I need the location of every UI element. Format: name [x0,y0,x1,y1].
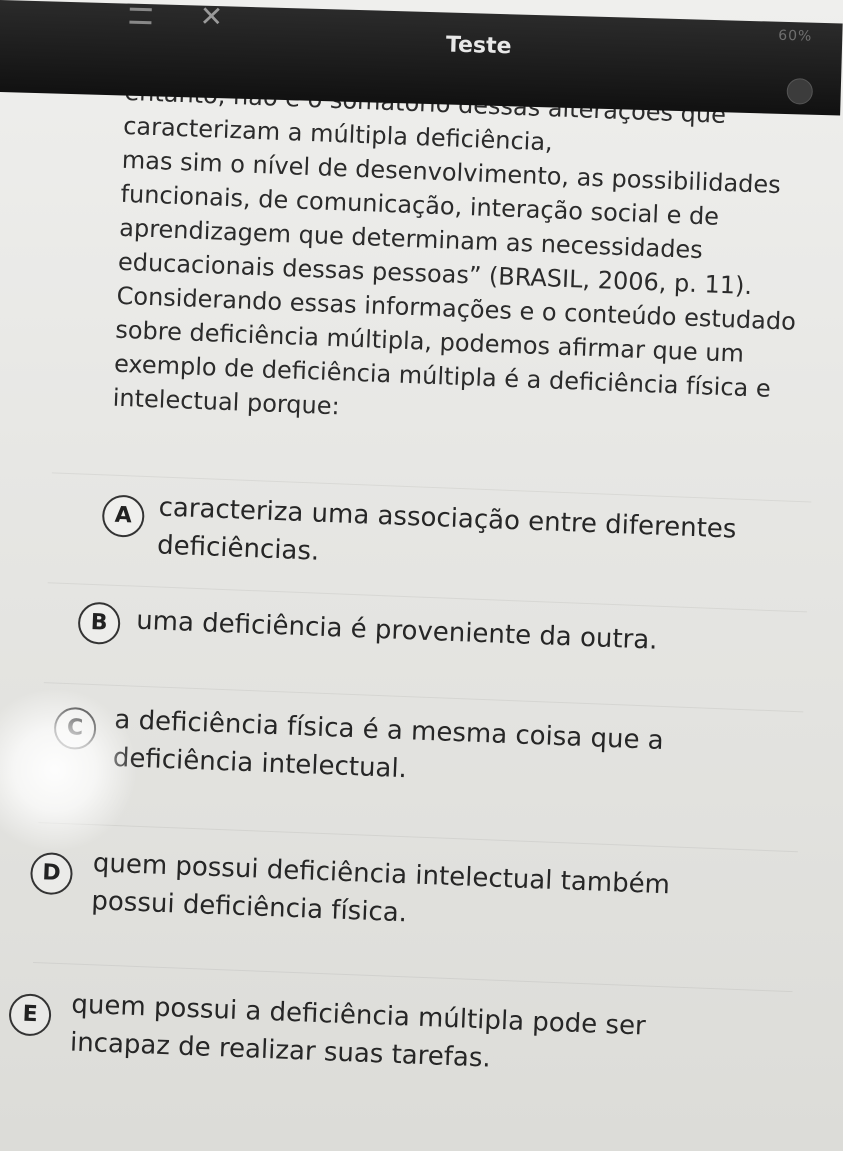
option-text: quem possui deficiência intelectual tamb… [90,848,671,929]
option-d[interactable]: D quem possui deficiência intelectual ta… [0,839,810,981]
option-letter: E [8,993,52,1037]
info-icon[interactable] [786,78,814,105]
option-letter: D [29,851,74,896]
option-letter: C [53,706,97,751]
option-letter: B [77,601,121,646]
battery-status: 60% [777,27,813,45]
option-text: quem possui a deficiência múltipla pode … [69,989,647,1074]
question-content: mental, emocional ou de comportamento so… [0,0,842,1151]
option-text: caracteriza uma associação entre diferen… [156,492,737,567]
option-letter: A [101,494,146,538]
close-icon[interactable]: ✕ [199,0,223,33]
page-title: Teste [445,32,512,60]
option-e[interactable]: E quem possui a deficiência múltipla pod… [0,981,805,1123]
quiz-screen: mental, emocional ou de comportamento so… [0,0,843,1151]
menu-icon[interactable] [129,7,152,25]
